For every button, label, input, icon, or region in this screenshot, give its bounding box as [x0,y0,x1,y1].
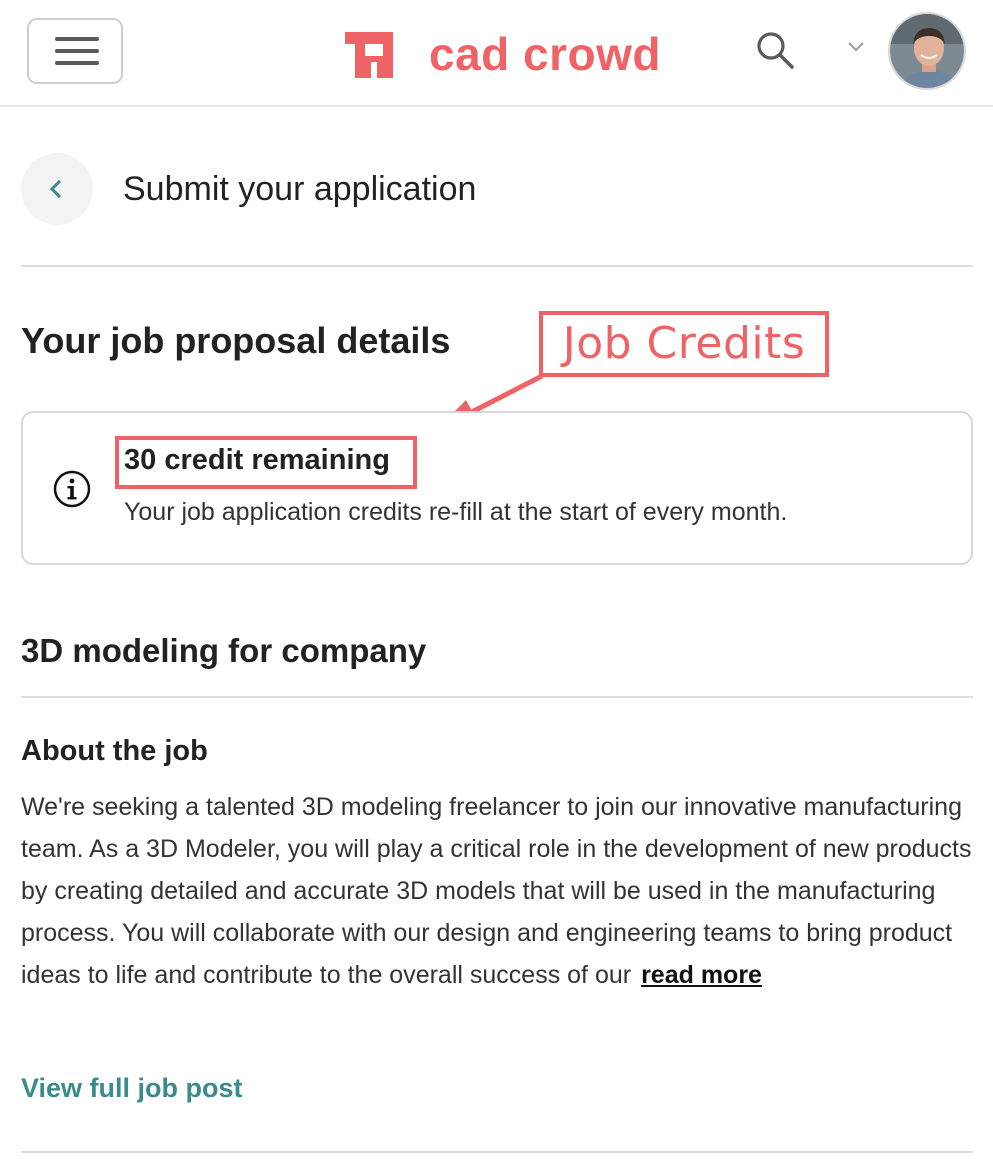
credits-remaining: 30 credit remaining [124,444,390,476]
hamburger-bar [55,49,99,53]
divider [21,696,973,698]
info-icon [53,470,91,508]
hamburger-menu-icon [55,37,99,41]
back-button[interactable] [21,153,93,225]
chevron-down-icon[interactable] [846,40,866,54]
page: cad crowd Submit your application Your j… [0,0,993,1159]
cadcrowd-logo[interactable]: cad crowd [343,24,661,84]
logo-text: cad crowd [429,28,662,80]
about-text-block: We're seeking a talented 3D modeling fre… [21,786,976,996]
back-chevron-icon [49,179,62,199]
about-text: We're seeking a talented 3D modeling fre… [21,793,972,989]
avatar[interactable] [888,12,966,90]
top-header: cad crowd [0,0,993,107]
view-full-job-post-link[interactable]: View full job post [21,1073,243,1104]
read-more-link[interactable]: read more [641,961,762,989]
page-title: Submit your application [123,170,477,208]
logo-icon [345,32,393,78]
proposal-heading: Your job proposal details [21,320,451,361]
annotation-label: Job Credits [562,318,806,369]
avatar-photo [890,14,964,88]
search-icon[interactable] [755,30,795,70]
job-title: 3D modeling for company [21,632,427,669]
divider [21,265,973,267]
credits-note: Your job application credits re-fill at … [124,498,788,526]
hamburger-menu-button[interactable] [27,18,123,84]
divider [21,1151,973,1153]
hamburger-bar [55,61,99,65]
about-heading: About the job [21,735,208,767]
job-credits-annotation: Job Credits [539,311,829,377]
